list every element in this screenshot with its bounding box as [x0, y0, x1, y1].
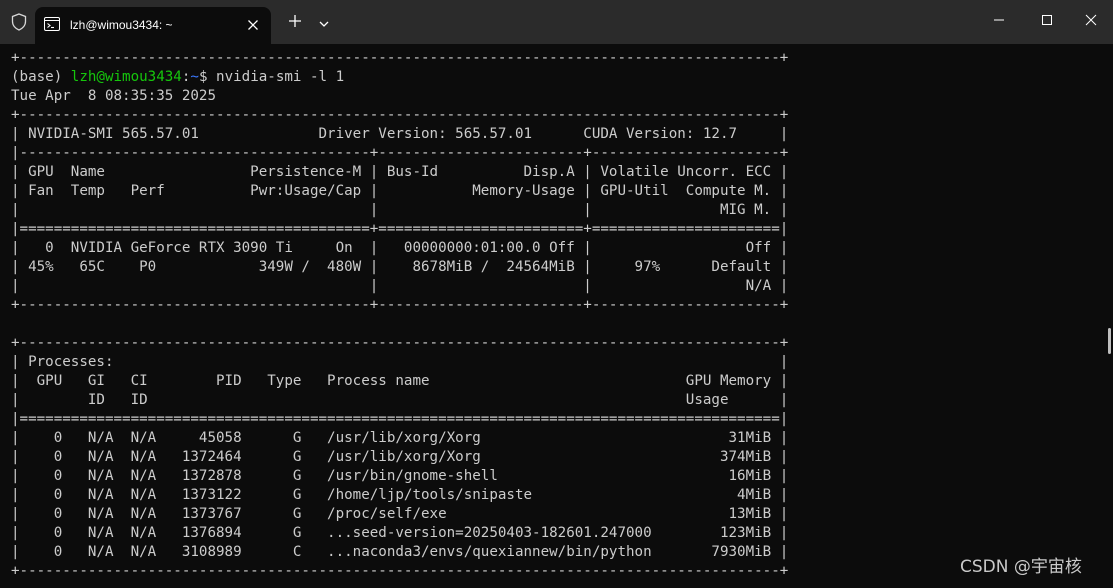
terminal-line: | 0 NVIDIA GeForce RTX 3090 Ti On | 0000…	[11, 240, 789, 256]
terminal-output[interactable]: +---------------------------------------…	[0, 44, 1113, 588]
terminal-line: | GPU Name Persistence-M | Bus-Id Disp.A…	[11, 164, 789, 180]
terminal-line: | 0 N/A N/A 3108989 C ...naconda3/envs/q…	[11, 544, 789, 560]
terminal-lines: +---------------------------------------…	[11, 49, 788, 581]
terminal-line: +---------------------------------------…	[11, 50, 789, 66]
terminal-line: | Fan Temp Perf Pwr:Usage/Cap | Memory-U…	[11, 183, 789, 199]
close-icon[interactable]	[243, 15, 263, 35]
prompt-line: (base) lzh@wimou3434:~$ nvidia-smi -l 1	[11, 68, 788, 87]
scrollbar-thumb[interactable]	[1108, 328, 1111, 354]
terminal-line: | 0 N/A N/A 1372464 G /usr/lib/xorg/Xorg…	[11, 449, 789, 465]
terminal-line: | 45% 65C P0 349W / 480W | 8678MiB / 245…	[11, 259, 789, 275]
plus-icon	[288, 13, 302, 32]
terminal-line: |=======================================…	[11, 411, 789, 427]
terminal-line: | 0 N/A N/A 1373767 G /proc/self/exe 13M…	[11, 506, 789, 522]
terminal-line: |---------------------------------------…	[11, 145, 789, 161]
shield-icon	[9, 12, 29, 32]
close-window-button[interactable]	[1068, 0, 1113, 40]
terminal-line: | | | MIG M. |	[11, 202, 789, 218]
terminal-line: Tue Apr 8 08:35:35 2025	[11, 88, 216, 104]
tab-dropdown-button[interactable]	[311, 10, 337, 34]
terminal-line: | 0 N/A N/A 1372878 G /usr/bin/gnome-she…	[11, 468, 789, 484]
minimize-icon	[993, 11, 1005, 30]
terminal-line: +---------------------------------------…	[11, 107, 789, 123]
terminal-line: | 0 N/A N/A 1373122 G /home/ljp/tools/sn…	[11, 487, 789, 503]
terminal-line: | Processes: |	[11, 354, 789, 370]
terminal-line: +---------------------------------------…	[11, 297, 789, 313]
prompt-user-host: lzh@wimou3434	[70, 69, 182, 85]
prompt-symbol: $	[198, 69, 217, 85]
terminal-line: +---------------------------------------…	[11, 563, 789, 579]
new-tab-button[interactable]	[282, 10, 308, 34]
watermark: CSDN @宇宙核	[960, 557, 1082, 577]
terminal-line: | GPU GI CI PID Type Process name GPU Me…	[11, 373, 789, 389]
terminal-line: | | | N/A |	[11, 278, 789, 294]
terminal-line: | 0 N/A N/A 45058 G /usr/lib/xorg/Xorg 3…	[11, 430, 789, 446]
terminal-tab[interactable]: lzh@wimou3434: ~	[35, 7, 271, 44]
maximize-button[interactable]	[1024, 0, 1070, 40]
maximize-icon	[1041, 11, 1053, 30]
terminal-icon	[44, 17, 60, 31]
prompt-directory: ~	[190, 69, 199, 85]
prompt-env: (base)	[11, 69, 71, 85]
minimize-button[interactable]	[976, 0, 1022, 40]
terminal-line: |=======================================…	[11, 221, 789, 237]
tab-title: lzh@wimou3434: ~	[70, 18, 173, 32]
chevron-down-icon	[318, 13, 330, 32]
terminal-line: | ID ID Usage |	[11, 392, 789, 408]
close-icon	[1085, 11, 1097, 30]
prompt-command: nvidia-smi -l 1	[216, 69, 345, 85]
terminal-line: | NVIDIA-SMI 565.57.01 Driver Version: 5…	[11, 126, 789, 142]
terminal-line: | 0 N/A N/A 1376894 G ...seed-version=20…	[11, 525, 789, 541]
title-bar: lzh@wimou3434: ~	[0, 0, 1113, 44]
terminal-line: +---------------------------------------…	[11, 335, 789, 351]
